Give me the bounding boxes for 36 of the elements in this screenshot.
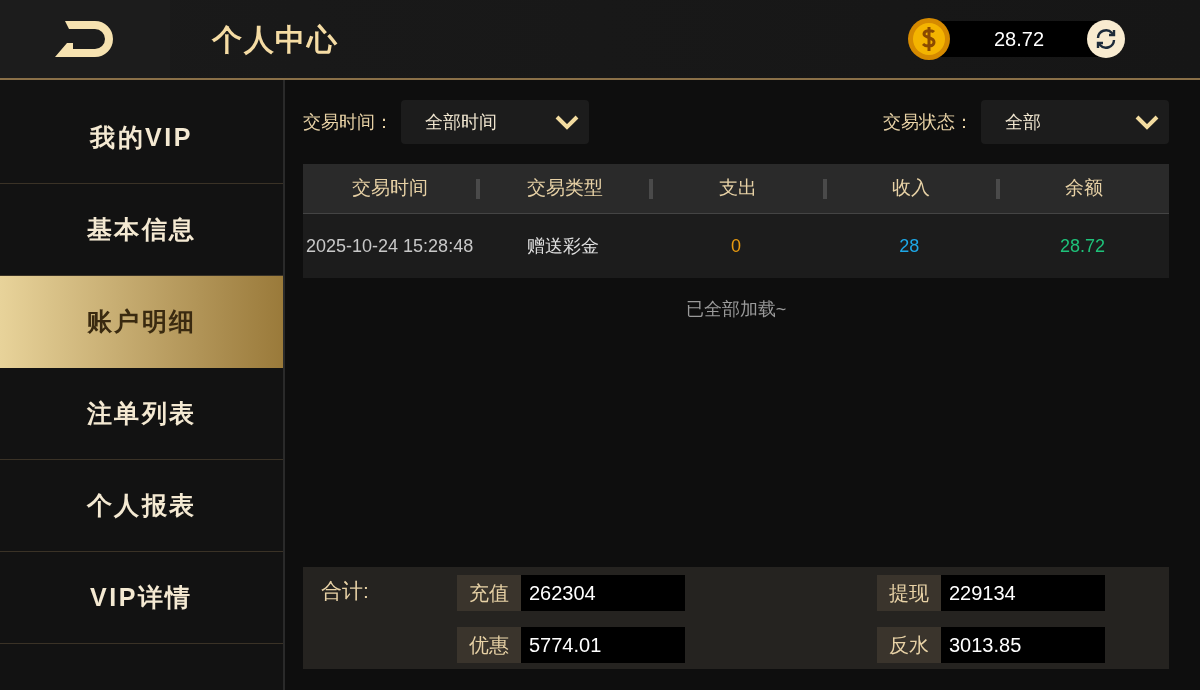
summary-label: 合计: bbox=[321, 578, 370, 604]
column-header: 余额 bbox=[1064, 176, 1105, 201]
refresh-button[interactable] bbox=[1087, 20, 1125, 58]
refresh-icon bbox=[1094, 27, 1118, 51]
filter-dropdown[interactable]: 全部时间 bbox=[401, 100, 589, 144]
summary-item-label: 提现 bbox=[877, 575, 941, 611]
balance-value: 28.72 bbox=[939, 21, 1099, 57]
load-status: 已全部加载~ bbox=[684, 298, 788, 321]
summary-item-label: 优惠 bbox=[457, 627, 521, 663]
table-cell-text: 28 bbox=[898, 234, 921, 258]
column-header: 交易类型 bbox=[525, 176, 604, 201]
column-header: 交易时间 bbox=[350, 176, 429, 201]
sidebar-item[interactable]: 账户明细 bbox=[0, 276, 283, 368]
summary-item-value: 5774.01 bbox=[521, 627, 685, 663]
chevron-icon bbox=[555, 114, 579, 130]
table-cell-text: 0 bbox=[730, 234, 742, 258]
page-title: 个人中心 bbox=[212, 21, 338, 58]
sidebar-item[interactable]: 个人报表 bbox=[0, 460, 283, 552]
chevron-icon bbox=[1135, 114, 1159, 130]
filter-label: 交易时间： bbox=[303, 110, 393, 134]
summary-item-value: 229134 bbox=[941, 575, 1105, 611]
coin-icon bbox=[907, 17, 951, 61]
filter-label: 交易状态： bbox=[883, 110, 973, 134]
sidebar-item[interactable]: 注单列表 bbox=[0, 368, 283, 460]
sidebar-item[interactable]: 我的VIP bbox=[0, 92, 283, 184]
summary-item-value: 3013.85 bbox=[941, 627, 1105, 663]
table-cell-text: 2025-10-24 15:28:48 bbox=[305, 234, 475, 258]
table-cell-text: 赠送彩金 bbox=[525, 234, 600, 258]
summary-item-label: 充值 bbox=[457, 575, 521, 611]
column-header: 支出 bbox=[718, 176, 758, 201]
filter-dropdown[interactable]: 全部 bbox=[981, 100, 1169, 144]
table-cell-text: 28.72 bbox=[1058, 234, 1106, 258]
summary-item-label: 反水 bbox=[877, 627, 941, 663]
column-header: 收入 bbox=[891, 176, 932, 201]
summary-item-value: 262304 bbox=[521, 575, 685, 611]
sidebar-item[interactable]: VIP详情 bbox=[0, 552, 283, 644]
